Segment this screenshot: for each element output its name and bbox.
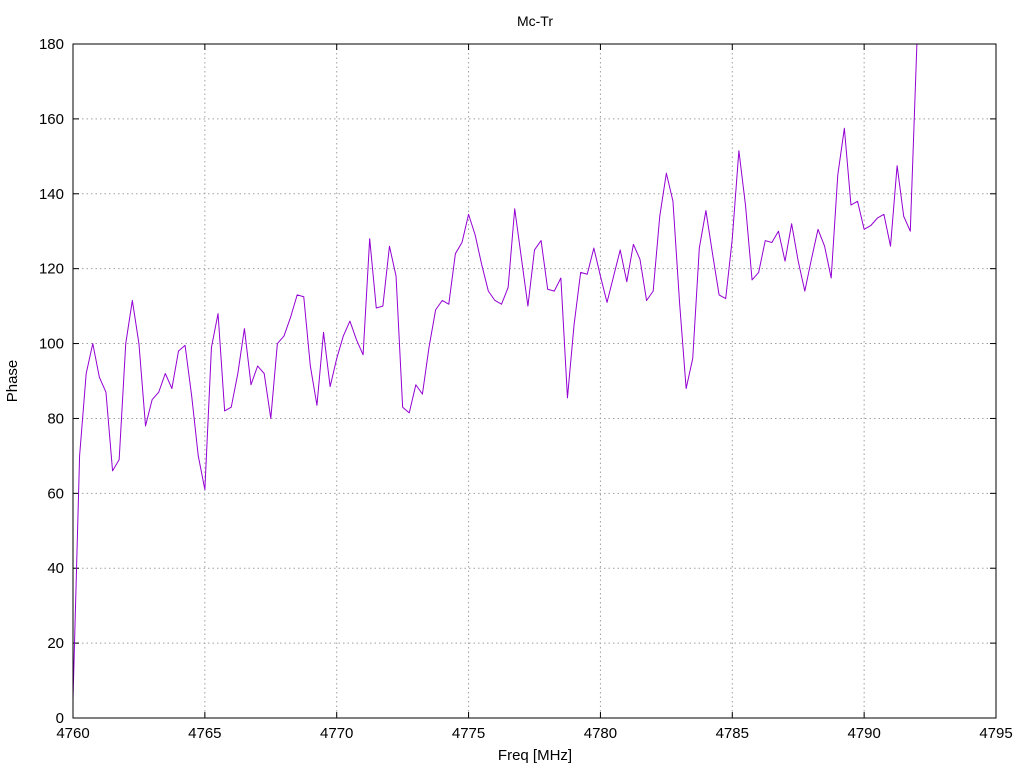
x-tick-label: 4785 bbox=[716, 725, 749, 742]
y-tick-label: 0 bbox=[56, 710, 64, 727]
phase-line-chart: 4760 4765 4770 4775 4780 4785 4790 4795 0 20 40 60… bbox=[4, 13, 1013, 764]
y-tick-label: 80 bbox=[47, 410, 64, 427]
x-tick-labels: 4760 4765 4770 4775 4780 4785 4790 4795 bbox=[56, 725, 1012, 742]
y-tick-label: 40 bbox=[47, 560, 64, 577]
axis-ticks bbox=[72, 43, 997, 719]
y-tick-label: 180 bbox=[39, 36, 64, 53]
x-tick-label: 4780 bbox=[584, 725, 617, 742]
x-axis-label: Freq [MHz] bbox=[498, 747, 572, 764]
grid-lines bbox=[73, 44, 996, 718]
plot-frame bbox=[72, 43, 997, 719]
x-tick-label: 4765 bbox=[188, 725, 221, 742]
x-tick-label: 4760 bbox=[56, 725, 89, 742]
y-tick-label: 20 bbox=[47, 635, 64, 652]
y-axis-label: Phase bbox=[4, 360, 21, 403]
x-tick-label: 4775 bbox=[452, 725, 485, 742]
x-tick-label: 4790 bbox=[847, 725, 880, 742]
chart-title: Mc-Tr bbox=[517, 13, 553, 29]
series-layer bbox=[72, 43, 918, 700]
x-tick-label: 4795 bbox=[979, 725, 1012, 742]
phase-series-line bbox=[72, 43, 918, 700]
x-tick-label: 4770 bbox=[320, 725, 353, 742]
y-tick-label: 60 bbox=[47, 485, 64, 502]
y-tick-label: 120 bbox=[39, 261, 64, 278]
y-tick-label: 160 bbox=[39, 111, 64, 128]
y-tick-labels: 0 20 40 60 80 100 120 140 160 180 bbox=[39, 36, 64, 727]
y-tick-label: 100 bbox=[39, 336, 64, 353]
y-tick-label: 140 bbox=[39, 186, 64, 203]
